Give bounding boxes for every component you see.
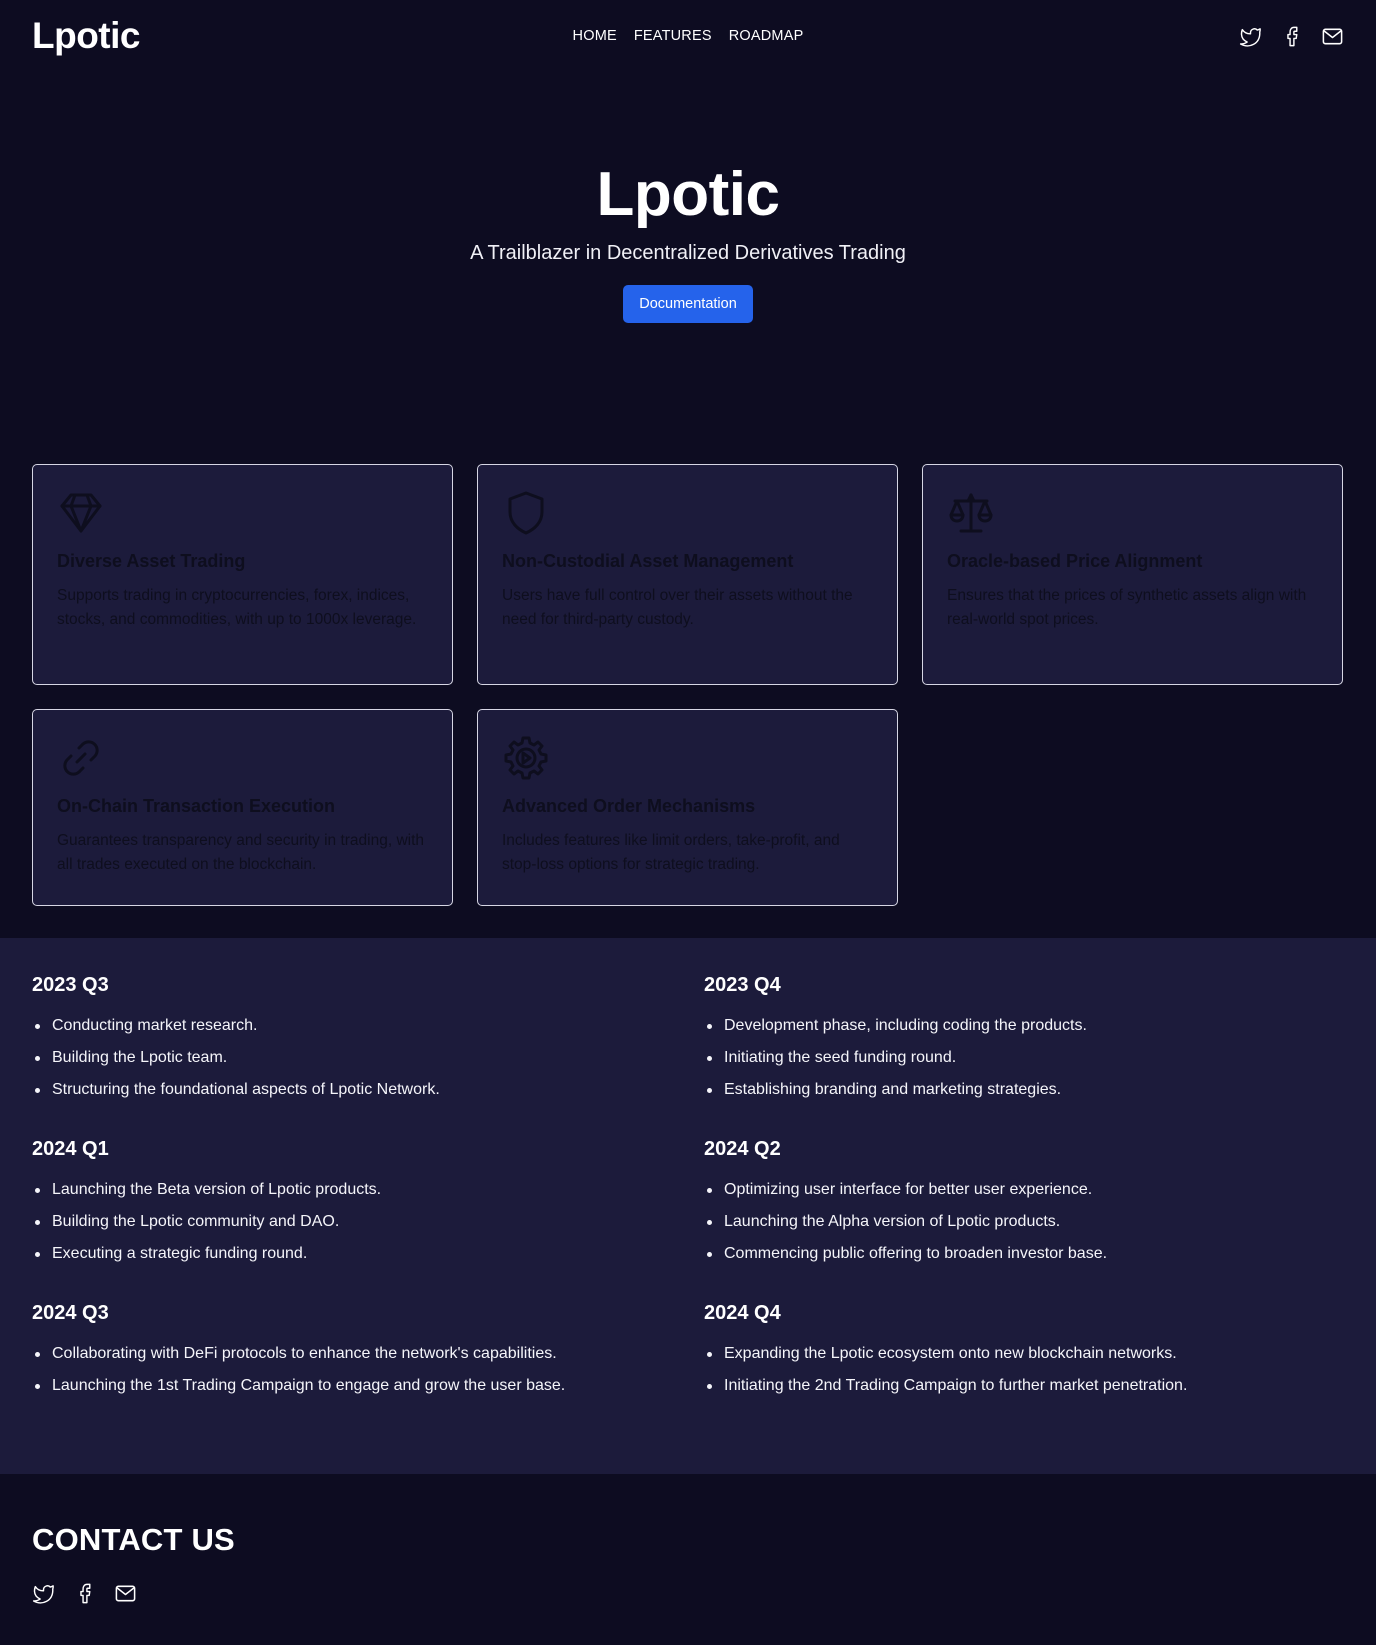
feature-title: Non-Custodial Asset Management bbox=[502, 551, 794, 571]
roadmap-item: Launching the 1st Trading Campaign to en… bbox=[32, 1370, 704, 1402]
roadmap-list: Collaborating with DeFi protocols to enh… bbox=[32, 1338, 704, 1402]
roadmap-item: Launching the Beta version of Lpotic pro… bbox=[32, 1174, 704, 1206]
documentation-button[interactable]: Documentation bbox=[623, 285, 753, 323]
nav-item-roadmap[interactable]: ROADMAP bbox=[729, 28, 804, 44]
contact-title: CONTACT US bbox=[32, 1522, 235, 1557]
roadmap-phase-2024-q4: 2024 Q4 Expanding the Lpotic ecosystem o… bbox=[704, 1298, 1344, 1462]
roadmap-period: 2024 Q1 bbox=[32, 1138, 109, 1160]
brand-logo[interactable]: Lpotic bbox=[32, 15, 140, 57]
roadmap-item: Conducting market research. bbox=[32, 1010, 704, 1042]
scale-icon bbox=[947, 489, 995, 537]
facebook-icon[interactable] bbox=[73, 1582, 96, 1605]
hero-subtitle: A Trailblazer in Decentralized Derivativ… bbox=[470, 242, 906, 264]
twitter-icon[interactable] bbox=[32, 1582, 55, 1605]
feature-card-non-custodial-asset-management: Non-Custodial Asset Management Users hav… bbox=[477, 464, 898, 685]
contact-social-links bbox=[32, 1582, 1344, 1605]
roadmap-item: Launching the Alpha version of Lpotic pr… bbox=[704, 1206, 1344, 1238]
roadmap-item: Building the Lpotic community and DAO. bbox=[32, 1206, 704, 1238]
feature-title: Diverse Asset Trading bbox=[57, 551, 246, 571]
feature-card-advanced-order-mechanisms: Advanced Order Mechanisms Includes featu… bbox=[477, 709, 898, 906]
roadmap-item: Building the Lpotic team. bbox=[32, 1042, 704, 1074]
roadmap-list: Expanding the Lpotic ecosystem onto new … bbox=[704, 1338, 1344, 1402]
feature-description: Users have full control over their asset… bbox=[502, 587, 853, 628]
roadmap-item: Initiating the seed funding round. bbox=[704, 1042, 1344, 1074]
feature-title: Advanced Order Mechanisms bbox=[502, 796, 756, 816]
roadmap-phase-2024-q2: 2024 Q2 Optimizing user interface for be… bbox=[704, 1134, 1344, 1298]
feature-description: Guarantees transparency and security in … bbox=[57, 832, 425, 873]
roadmap-item: Structuring the foundational aspects of … bbox=[32, 1074, 704, 1106]
roadmap-item: Initiating the 2nd Trading Campaign to f… bbox=[704, 1370, 1344, 1402]
roadmap-item: Development phase, including coding the … bbox=[704, 1010, 1344, 1042]
roadmap-phase-2024-q1: 2024 Q1 Launching the Beta version of Lp… bbox=[32, 1134, 704, 1298]
roadmap-item: Executing a strategic funding round. bbox=[32, 1238, 704, 1270]
features-grid: Diverse Asset Trading Supports trading i… bbox=[0, 464, 1376, 938]
main-nav: HOME FEATURES ROADMAP bbox=[0, 0, 1376, 72]
roadmap-item: Expanding the Lpotic ecosystem onto new … bbox=[704, 1338, 1344, 1370]
roadmap-item: Optimizing user interface for better use… bbox=[704, 1174, 1344, 1206]
header-social-links bbox=[1239, 25, 1344, 48]
hero-title: Lpotic bbox=[596, 160, 780, 229]
roadmap-list: Conducting market research. Building the… bbox=[32, 1010, 704, 1106]
roadmap-period: 2024 Q2 bbox=[704, 1138, 781, 1160]
roadmap-phase-2024-q3: 2024 Q3 Collaborating with DeFi protocol… bbox=[32, 1298, 704, 1462]
nav-item-features[interactable]: FEATURES bbox=[634, 28, 712, 44]
site-header: Lpotic HOME FEATURES ROADMAP bbox=[0, 0, 1376, 72]
roadmap-period: 2023 Q4 bbox=[704, 974, 781, 996]
feature-description: Supports trading in cryptocurrencies, fo… bbox=[57, 587, 417, 628]
roadmap-list: Development phase, including coding the … bbox=[704, 1010, 1344, 1106]
roadmap-list: Optimizing user interface for better use… bbox=[704, 1174, 1344, 1270]
diamond-icon bbox=[57, 489, 105, 537]
facebook-icon[interactable] bbox=[1280, 25, 1303, 48]
roadmap-item: Commencing public offering to broaden in… bbox=[704, 1238, 1344, 1270]
roadmap-list: Launching the Beta version of Lpotic pro… bbox=[32, 1174, 704, 1270]
feature-description: Includes features like limit orders, tak… bbox=[502, 832, 840, 873]
twitter-icon[interactable] bbox=[1239, 25, 1262, 48]
roadmap-phase-2023-q4: 2023 Q4 Development phase, including cod… bbox=[704, 970, 1344, 1134]
roadmap-item: Establishing branding and marketing stra… bbox=[704, 1074, 1344, 1106]
roadmap-section: 2023 Q3 Conducting market research. Buil… bbox=[0, 938, 1376, 1474]
feature-card-on-chain-transaction-execution: On-Chain Transaction Execution Guarantee… bbox=[32, 709, 453, 906]
shield-icon bbox=[502, 489, 550, 537]
feature-title: On-Chain Transaction Execution bbox=[57, 796, 336, 816]
feature-card-diverse-asset-trading: Diverse Asset Trading Supports trading i… bbox=[32, 464, 453, 685]
roadmap-period: 2024 Q3 bbox=[32, 1302, 109, 1324]
contact-section: CONTACT US bbox=[0, 1474, 1376, 1645]
roadmap-phase-2023-q3: 2023 Q3 Conducting market research. Buil… bbox=[32, 970, 704, 1134]
roadmap-period: 2023 Q3 bbox=[32, 974, 109, 996]
nav-item-home[interactable]: HOME bbox=[573, 28, 617, 44]
feature-title: Oracle-based Price Alignment bbox=[947, 551, 1203, 571]
feature-card-oracle-based-price-alignment: Oracle-based Price Alignment Ensures tha… bbox=[922, 464, 1343, 685]
mail-icon[interactable] bbox=[1321, 25, 1344, 48]
link-icon bbox=[57, 734, 105, 782]
mail-icon[interactable] bbox=[114, 1582, 137, 1605]
gear-play-icon bbox=[502, 734, 550, 782]
hero-section: Lpotic A Trailblazer in Decentralized De… bbox=[0, 72, 1376, 464]
roadmap-period: 2024 Q4 bbox=[704, 1302, 781, 1324]
roadmap-item: Collaborating with DeFi protocols to enh… bbox=[32, 1338, 704, 1370]
feature-description: Ensures that the prices of synthetic ass… bbox=[947, 587, 1307, 628]
